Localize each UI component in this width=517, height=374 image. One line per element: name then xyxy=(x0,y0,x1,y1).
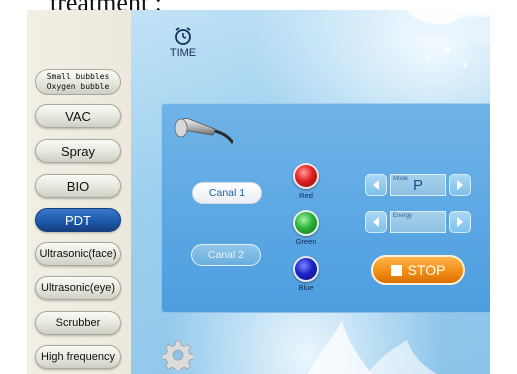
bubbles-button[interactable]: Small bubbles Oxygen bubble xyxy=(35,69,121,95)
mode-sidebar: Small bubbles Oxygen bubble VAC Spray BI… xyxy=(27,10,131,374)
alarm-clock-icon xyxy=(175,27,191,45)
pdt-panel: Canal 1 Canal 2 Red Green Blue Mode P En… xyxy=(161,103,490,313)
blue-label: Blue xyxy=(298,283,314,292)
right-arrow-icon xyxy=(457,180,463,190)
left-arrow-icon xyxy=(373,180,379,190)
sidebar-item-spray[interactable]: Spray xyxy=(35,139,121,163)
energy-increase-button[interactable] xyxy=(449,211,471,233)
mode-value: P xyxy=(412,177,423,194)
timer[interactable]: TIME xyxy=(163,26,203,59)
water-splash-top xyxy=(387,10,490,67)
sidebar-item-bio[interactable]: BIO xyxy=(35,174,121,198)
stop-icon xyxy=(390,264,402,276)
bubbles-line2: Oxygen bubble xyxy=(46,82,110,91)
sidebar-item-high-frequency[interactable]: High frequency xyxy=(35,345,121,369)
canal-1-button[interactable]: Canal 1 xyxy=(192,182,262,204)
green-light-button[interactable] xyxy=(293,210,319,236)
green-label: Green xyxy=(295,237,317,246)
mode-increase-button[interactable] xyxy=(449,174,471,196)
energy-decrease-button[interactable] xyxy=(365,211,387,233)
energy-label: Energy xyxy=(393,213,413,219)
sidebar-item-vac[interactable]: VAC xyxy=(35,104,121,128)
blue-light-button[interactable] xyxy=(293,256,319,282)
time-label: TIME xyxy=(169,47,197,59)
canal-2-button[interactable]: Canal 2 xyxy=(191,244,261,266)
mode-field: Mode P xyxy=(390,174,446,196)
mode-decrease-button[interactable] xyxy=(365,174,387,196)
sidebar-item-ultrasonic-eye[interactable]: Ultrasonic(eye) xyxy=(35,276,121,300)
bubbles-line1: Small bubbles xyxy=(46,72,110,81)
sidebar-item-ultrasonic-face[interactable]: Ultrasonic(face) xyxy=(35,242,121,266)
device-screen: Small bubbles Oxygen bubble VAC Spray BI… xyxy=(27,10,490,374)
red-label: Red xyxy=(299,191,313,200)
red-light-button[interactable] xyxy=(293,163,319,189)
water-splash-bottom xyxy=(307,320,437,374)
right-arrow-icon xyxy=(457,217,463,227)
gear-icon[interactable] xyxy=(163,340,193,370)
stop-label: STOP xyxy=(407,262,446,278)
stop-button[interactable]: STOP xyxy=(371,255,465,285)
handpiece-icon xyxy=(174,118,233,144)
sidebar-item-pdt[interactable]: PDT xyxy=(35,208,121,232)
energy-field: Energy xyxy=(390,211,446,233)
sidebar-item-scrubber[interactable]: Scrubber xyxy=(35,311,121,335)
left-arrow-icon xyxy=(373,217,379,227)
